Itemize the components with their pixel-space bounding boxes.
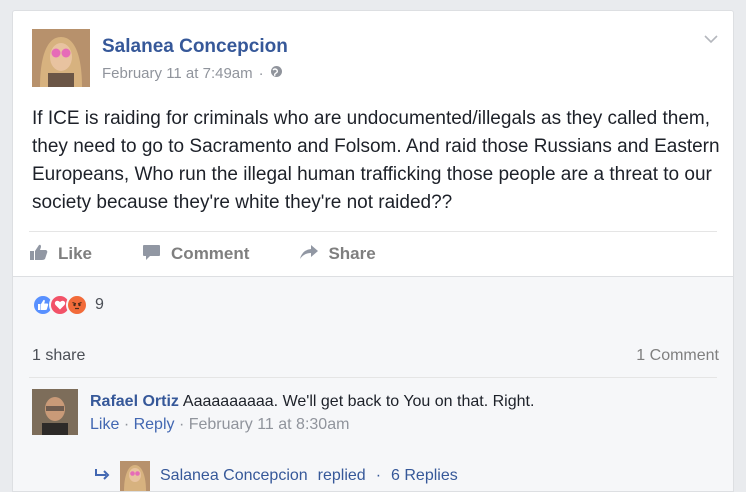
like-label: Like xyxy=(58,244,93,263)
action-bar: Like Comment Share xyxy=(29,231,717,276)
like-button[interactable]: Like xyxy=(29,243,92,266)
comment-body: Rafael Ortiz Aaaaaaaaaa. We'll get back t… xyxy=(90,392,710,412)
comment-author[interactable]: Rafael Ortiz xyxy=(90,393,179,410)
post-footer: 9 1 share 1 Comment Rafael Ortiz Aaaaaaaa… xyxy=(13,277,733,491)
meta-separator: · xyxy=(258,65,264,82)
comment-reply-link[interactable]: Reply xyxy=(134,416,175,433)
chevron-down-icon[interactable] xyxy=(703,31,719,49)
author-avatar[interactable] xyxy=(32,29,90,87)
post: Salanea Concepcion February 11 at 7:49am… xyxy=(13,11,733,276)
reply-verb: replied xyxy=(317,467,366,484)
comment-time[interactable]: February 11 at 8:30am xyxy=(189,416,350,433)
reply-dot: · xyxy=(375,467,382,484)
reply-avatar[interactable] xyxy=(120,461,150,491)
globe-icon xyxy=(270,65,283,82)
comment-button[interactable]: Comment xyxy=(142,243,249,266)
comment-count[interactable]: 1 Comment xyxy=(636,347,719,365)
reply-author[interactable]: Salanea Concepcion xyxy=(160,467,308,485)
commenter-avatar[interactable] xyxy=(32,389,78,435)
post-timestamp[interactable]: February 11 at 7:49am xyxy=(102,65,253,82)
share-button[interactable]: Share xyxy=(299,243,376,266)
angry-reaction-icon xyxy=(66,294,88,316)
comment-label: Comment xyxy=(171,244,250,263)
comment-like-link[interactable]: Like xyxy=(90,416,119,433)
share-label: Share xyxy=(328,244,376,263)
post-author[interactable]: Salanea Concepcion xyxy=(102,36,288,58)
thumbs-up-icon xyxy=(29,243,49,266)
post-card: Salanea Concepcion February 11 at 7:49am… xyxy=(12,10,734,492)
share-count[interactable]: 1 share xyxy=(32,347,85,365)
post-text: If ICE is raiding for criminals who are … xyxy=(32,108,720,213)
comments-divider xyxy=(29,377,717,378)
comment-text: Aaaaaaaaaa. We'll get back to You on tha… xyxy=(182,393,535,410)
replies-summary[interactable]: Salanea Concepcion replied · 6 Replies xyxy=(94,461,458,491)
reactions-summary[interactable]: 9 xyxy=(32,294,104,316)
reply-arrow-icon xyxy=(94,467,110,485)
share-arrow-icon xyxy=(299,243,319,266)
comment-meta-dot: · xyxy=(178,416,185,433)
reply-count[interactable]: 6 Replies xyxy=(391,467,458,485)
reaction-count: 9 xyxy=(95,296,104,313)
comment-icon xyxy=(142,243,162,266)
comment-meta-dot: · xyxy=(123,416,130,433)
post-meta: February 11 at 7:49am · xyxy=(102,65,283,82)
comment-meta: Like · Reply · February 11 at 8:30am xyxy=(90,416,349,434)
